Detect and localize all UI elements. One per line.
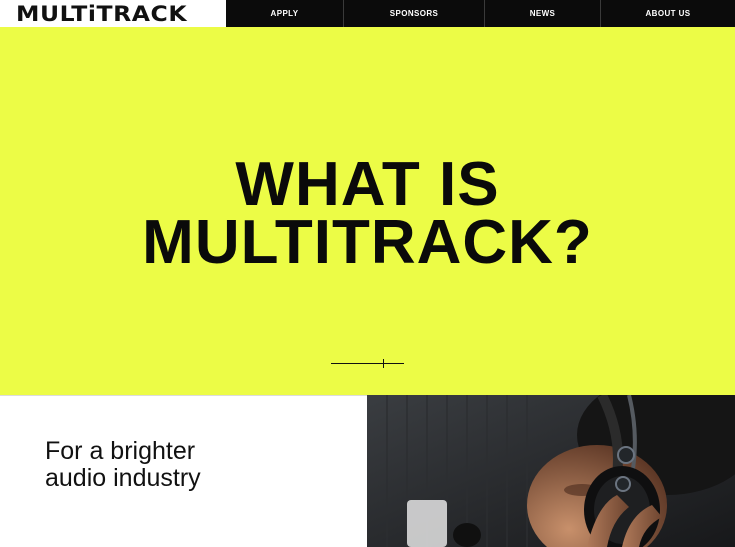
tagline-line2: audio industry <box>45 464 201 492</box>
photo-illustration <box>367 395 735 547</box>
hero-divider <box>331 363 404 364</box>
tagline-line1: For a brighter <box>45 437 196 465</box>
tagline-section: For a brighter audio industry <box>0 395 367 547</box>
headphones-photo <box>367 395 735 547</box>
hero-title-line2: MULTITRACK? <box>142 208 593 277</box>
nav-item-news[interactable]: NEWS <box>484 0 600 27</box>
top-navigation: MULTiTRACK APPLY SPONSORS NEWS ABOUT US <box>0 0 735 27</box>
nav-menu: APPLY SPONSORS NEWS ABOUT US <box>226 0 735 27</box>
hero-section: WHAT IS MULTITRACK? <box>0 27 735 395</box>
logo: MULTiTRACK <box>16 1 188 26</box>
nav-item-sponsors[interactable]: SPONSORS <box>343 0 484 27</box>
nav-item-apply[interactable]: APPLY <box>226 0 343 27</box>
hero-title: WHAT IS MULTITRACK? <box>0 154 735 274</box>
logo-link[interactable]: MULTiTRACK <box>0 0 226 27</box>
hero-divider-tick <box>383 359 384 368</box>
nav-item-about-us[interactable]: ABOUT US <box>600 0 735 27</box>
tagline: For a brighter audio industry <box>45 438 201 492</box>
